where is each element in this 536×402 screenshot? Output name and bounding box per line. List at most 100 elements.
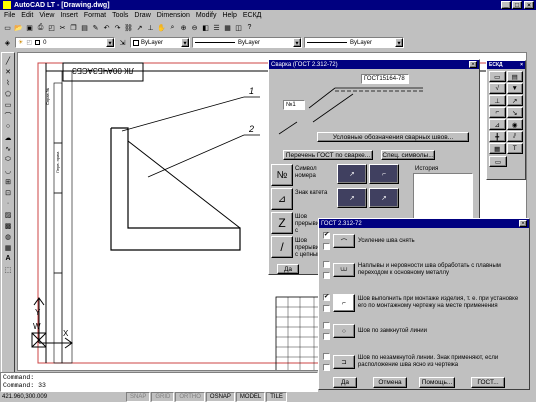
polygon-icon[interactable]: ⬠ <box>3 88 14 99</box>
gost-item-0-symbol[interactable]: ⌒ <box>333 234 355 248</box>
zoom-window-icon[interactable]: ⊕ <box>178 22 189 33</box>
spline-icon[interactable]: ∿ <box>3 143 14 154</box>
layout-icon[interactable]: ◫ <box>233 22 244 33</box>
tile-toggle[interactable]: TILE <box>266 392 287 402</box>
gost-item-2-check[interactable]: ✔ <box>323 294 330 301</box>
eskd-stamp-icon[interactable]: ▤ <box>506 71 523 82</box>
gost-item-3-symbol[interactable]: ○ <box>333 324 355 338</box>
special-symbols-button[interactable]: Спец. символы... <box>381 150 435 160</box>
gost-list-button[interactable]: Перечень ГОСТ по сварке... <box>283 150 373 160</box>
aerial-icon[interactable]: ◧ <box>200 22 211 33</box>
menu-draw[interactable]: Draw <box>134 12 150 19</box>
linetype-dropdown[interactable]: ByLayer ▾ <box>192 37 302 48</box>
gost-item-4-check2[interactable] <box>323 364 330 371</box>
gost-item-3-check[interactable] <box>323 322 330 329</box>
link-icon[interactable]: ⛓ <box>123 22 134 33</box>
region-icon[interactable]: ◍ <box>3 231 14 242</box>
rectangle-icon[interactable]: ▭ <box>3 99 14 110</box>
eskd-weld-icon[interactable]: ⊿ <box>489 119 506 130</box>
ucs-icon[interactable]: ⊥ <box>145 22 156 33</box>
gost-item-1-check[interactable] <box>323 261 330 268</box>
maximize-button[interactable]: □ <box>512 1 522 9</box>
redo-icon[interactable]: ↷ <box>112 22 123 33</box>
copy-icon[interactable]: ❐ <box>68 22 79 33</box>
ortho-toggle[interactable]: ORTHO <box>175 392 205 402</box>
print-icon[interactable]: ⎙ <box>35 22 46 33</box>
gost-item-2-symbol[interactable]: ⌐ <box>333 294 355 312</box>
snap-toggle[interactable]: SNAP <box>126 392 151 402</box>
line-icon[interactable]: ╱ <box>3 55 14 66</box>
command-window[interactable]: Command: Command: 33 <box>0 372 318 392</box>
preview-slot-1a[interactable]: ↗ <box>337 164 367 184</box>
model-toggle[interactable]: MODEL <box>235 392 266 402</box>
tracking-icon[interactable]: ↗ <box>134 22 145 33</box>
open-icon[interactable]: 📂 <box>13 22 24 33</box>
gost-item-1-check2[interactable] <box>323 272 330 279</box>
polyline-icon[interactable]: ⌇ <box>3 77 14 88</box>
preview-slot-1b[interactable]: ⌐ <box>369 164 399 184</box>
preview-slot-2b[interactable]: ↗ <box>369 188 399 208</box>
gost-item-4-check[interactable] <box>323 353 330 360</box>
eskd-leader-icon[interactable]: ↗ <box>506 95 523 106</box>
gost-item-4-symbol[interactable]: ⊐ <box>333 355 355 369</box>
gradient-icon[interactable]: ▩ <box>3 220 14 231</box>
zoom-previous-icon[interactable]: ⊖ <box>189 22 200 33</box>
circle-icon[interactable]: ○ <box>3 121 14 132</box>
staggered-weld-button[interactable]: Z <box>271 212 293 234</box>
eskd-thread-icon[interactable]: ⫽ <box>506 131 523 142</box>
preview-icon[interactable]: ◰ <box>46 22 57 33</box>
xline-icon[interactable]: ✕ <box>3 66 14 77</box>
gost-item-0-check2[interactable] <box>323 243 330 250</box>
menu-help[interactable]: Help <box>222 12 236 19</box>
gost-ok-button[interactable]: Да <box>333 377 357 388</box>
mtext-icon[interactable]: A <box>3 253 14 264</box>
boundary-icon[interactable]: ⬚ <box>3 264 14 275</box>
menu-dimension[interactable]: Dimension <box>157 12 190 19</box>
zoom-realtime-icon[interactable]: ⌕ <box>167 22 178 33</box>
design-center-icon[interactable]: ▦ <box>222 22 233 33</box>
menu-file[interactable]: File <box>4 12 15 19</box>
gost-cancel-button[interactable]: Отмена <box>373 377 407 388</box>
revcloud-icon[interactable]: ☁ <box>3 132 14 143</box>
gost-help-button[interactable]: Помощь... <box>419 377 455 388</box>
make-current-icon[interactable]: ⇲ <box>117 37 128 48</box>
menu-insert[interactable]: Insert <box>60 12 78 19</box>
osnap-toggle[interactable]: OSNAP <box>205 392 235 402</box>
gost-gost-button[interactable]: ГОСТ... <box>471 377 505 388</box>
gost-item-2-check2[interactable] <box>323 305 330 312</box>
eskd-section-icon[interactable]: ⌐ <box>489 107 506 118</box>
layer-dropdown[interactable]: ☀ ◰ 0 ▾ <box>15 37 115 48</box>
close-button[interactable]: × <box>524 1 534 9</box>
gost-item-0-check[interactable]: ✔ <box>323 232 330 239</box>
weld-dialog-close-button[interactable]: × <box>469 61 477 68</box>
menu-modify[interactable]: Modify <box>196 12 217 19</box>
menu-format[interactable]: Format <box>84 12 106 19</box>
number-field[interactable]: №1 <box>283 100 305 110</box>
save-icon[interactable]: ▣ <box>24 22 35 33</box>
gost-dialog-close-button[interactable]: × <box>519 220 527 227</box>
eskd-format-icon[interactable]: ▭ <box>489 71 506 82</box>
cut-icon[interactable]: ✂ <box>57 22 68 33</box>
minimize-button[interactable]: _ <box>501 1 511 9</box>
eskd-table-icon[interactable]: ▦ <box>489 143 506 154</box>
table-icon[interactable]: ▦ <box>3 242 14 253</box>
eskd-base-icon[interactable]: ▼ <box>506 83 523 94</box>
menu-eskd[interactable]: ЕСКД <box>243 12 262 19</box>
arc-icon[interactable]: ⌒ <box>3 110 14 121</box>
eskd-roughness-icon[interactable]: √ <box>489 83 506 94</box>
paste-icon[interactable]: ▤ <box>79 22 90 33</box>
conventional-symbols-button[interactable]: Условные обозначения сварных швов... <box>317 132 469 142</box>
eskd-view-icon[interactable]: ↘ <box>506 107 523 118</box>
point-icon[interactable]: · <box>3 198 14 209</box>
ellipse-icon[interactable]: ⬭ <box>3 154 14 165</box>
ellipse-arc-icon[interactable]: ◡ <box>3 165 14 176</box>
help-icon[interactable]: ? <box>244 22 255 33</box>
chain-weld-button[interactable]: / <box>271 236 293 258</box>
lineweight-dropdown[interactable]: ByLayer ▾ <box>304 37 404 48</box>
layers-icon[interactable]: ◈ <box>2 37 13 48</box>
pan-icon[interactable]: ✋ <box>156 22 167 33</box>
matchprop-icon[interactable]: ✎ <box>90 22 101 33</box>
eskd-tolerance-icon[interactable]: ⊥ <box>489 95 506 106</box>
menu-edit[interactable]: Edit <box>21 12 33 19</box>
color-dropdown[interactable]: ByLayer ▾ <box>130 37 190 48</box>
